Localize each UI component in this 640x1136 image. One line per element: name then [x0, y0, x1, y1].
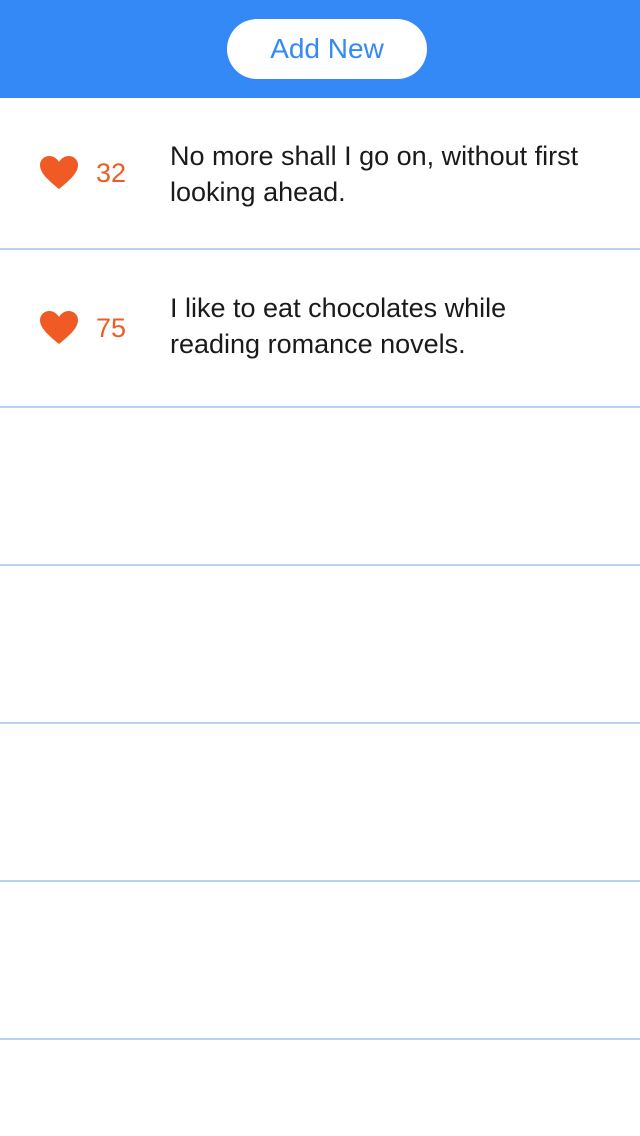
list-item[interactable]: 75 I like to eat chocolates while readin… [0, 250, 640, 408]
like-count: 32 [96, 157, 127, 188]
heart-icon [40, 311, 78, 344]
post-text: No more shall I go on, without first loo… [170, 141, 579, 207]
heart-icon [40, 156, 78, 189]
empty-row [0, 882, 640, 1040]
empty-row [0, 724, 640, 882]
like-count: 75 [96, 312, 127, 343]
like-control[interactable]: 32 [40, 98, 126, 248]
list-item[interactable]: 32 No more shall I go on, without first … [0, 98, 640, 250]
empty-row [0, 566, 640, 724]
like-control[interactable]: 75 [40, 250, 126, 406]
posts-list: 32 No more shall I go on, without first … [0, 98, 640, 1040]
post-text: I like to eat chocolates while reading r… [170, 293, 507, 359]
empty-row [0, 408, 640, 566]
add-new-button[interactable]: Add New [227, 19, 427, 79]
top-bar: Add New [0, 0, 640, 98]
